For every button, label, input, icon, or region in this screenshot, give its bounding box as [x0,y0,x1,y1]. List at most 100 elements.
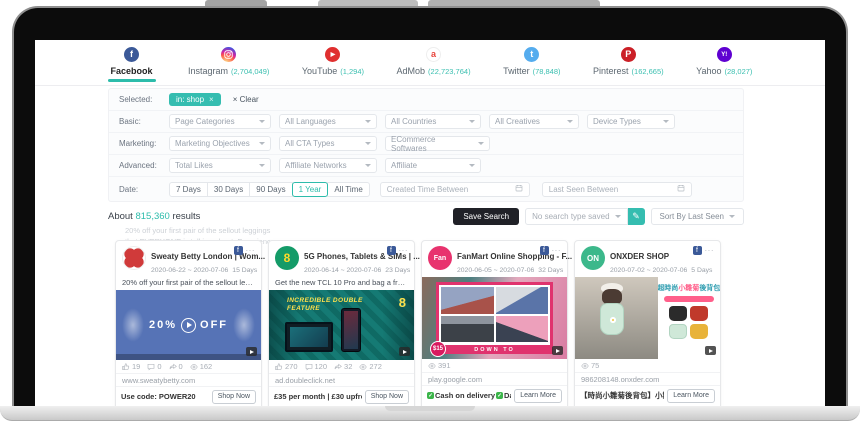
ecommerce-softwares-dropdown[interactable]: ECommerce Softwares [385,136,490,151]
days-running: 23 Days [385,267,410,274]
edit-pencil-icon[interactable]: ✎ [628,208,645,225]
date-option-7-days[interactable]: 7 Days [169,182,208,197]
share-icon [169,363,177,371]
ad-domain-link[interactable]: play.google.com [422,373,567,386]
facebook-badge-icon[interactable]: f [387,246,396,255]
chip-remove-icon[interactable]: × [209,95,214,104]
ad-creative-image[interactable]: INCREDIBLE DOUBLEFEATURE 8 [269,290,414,360]
ad-card: Fan FanMart Online Shopping - F... 2020-… [421,240,568,406]
chevron-down-icon [365,120,371,123]
chevron-down-icon [259,120,265,123]
save-search-button[interactable]: Save Search [453,208,519,225]
tab-label: YouTube [302,66,337,76]
date-option-90-days[interactable]: 90 Days [249,182,292,197]
facebook-badge-icon[interactable]: f [693,246,702,255]
cta-types-dropdown[interactable]: All CTA Types [279,136,377,151]
last-seen-between-input[interactable]: Last Seen Between [542,182,692,197]
affiliate-dropdown[interactable]: Affiliate [385,158,481,173]
marketing-objectives-dropdown[interactable]: Marketing Objectives [169,136,271,151]
date-range: 2020-06-14 ~ 2020-07-06 [304,267,381,274]
device-types-dropdown[interactable]: Device Types [587,114,675,129]
admob-icon: a [426,47,441,62]
tab-count: (162,665) [632,67,664,76]
results-bar: About 815,360 results Save Search No sea… [108,208,744,225]
tab-admob[interactable]: a AdMob(22,723,764) [397,47,471,85]
cta-button[interactable]: Shop Now [365,390,409,404]
date-option-30-days[interactable]: 30 Days [207,182,250,197]
media-type-icon [399,347,410,356]
page-avatar[interactable]: 8 [275,246,299,270]
tab-youtube[interactable]: ▶ YouTube(1,294) [302,47,364,85]
created-time-between-input[interactable]: Created Time Between [380,182,530,197]
more-options-icon[interactable]: ··· [552,249,562,253]
chevron-down-icon [469,120,475,123]
date-range: 2020-06-22 ~ 2020-07-06 [151,267,228,274]
model-photo [575,277,658,359]
ad-domain-link[interactable]: ad.doubleclick.net [269,374,414,387]
creatives-dropdown[interactable]: All Creatives [489,114,579,129]
more-options-icon[interactable]: ··· [399,249,409,253]
ad-description: Get the new TCL 10 Pro and bag a free TC… [269,277,414,290]
like-icon [122,363,130,371]
advanced-label: Advanced: [119,161,169,170]
stats-row: 270 120 32 272 [269,360,414,374]
page-categories-dropdown[interactable]: Page Categories [169,114,271,129]
page-avatar[interactable] [122,246,146,270]
date-label: Date: [119,185,169,194]
more-options-icon[interactable]: ··· [705,249,715,253]
affiliate-networks-dropdown[interactable]: Affiliate Networks [279,158,377,173]
chevron-down-icon [478,142,484,145]
selected-label: Selected: [119,95,169,104]
chevron-down-icon [729,215,735,218]
view-icon [428,362,436,370]
tab-twitter[interactable]: t Twitter(78,848) [503,47,560,85]
ad-headline: Use code: POWER20 [121,392,209,401]
date-option-all-time[interactable]: All Time [327,182,369,197]
date-range: 2020-07-02 ~ 2020-07-06 [610,267,687,274]
total-likes-dropdown[interactable]: Total Likes [169,158,271,173]
facebook-badge-icon[interactable]: f [234,246,243,255]
ad-headline: ✓Cash on delivery ✓Days fr... [427,391,511,400]
ad-domain-link[interactable]: www.sweatybetty.com [116,374,261,387]
facebook-badge-icon[interactable]: f [540,246,549,255]
screen: f Facebook Instagram(2,704,049) ▶ YouTub… [35,40,825,406]
ad-headline: £35 per month | £30 upfront | ... [274,392,362,401]
results-count: 815,360 [135,211,169,222]
ad-card: 8 5G Phones, Tablets & SIMs | ... 2020-0… [268,240,415,406]
countries-dropdown[interactable]: All Countries [385,114,481,129]
ad-domain-link[interactable]: 986208148.onxder.com [575,373,720,386]
ad-creative-image[interactable]: 超時尚小雛菊後背包 [575,277,720,359]
tab-count: (2,704,049) [231,67,269,76]
selected-filter-chip[interactable]: in: shop× [169,93,221,106]
ad-creative-video[interactable]: 20% OFF [116,290,261,360]
page-avatar[interactable]: Fan [428,246,452,270]
chevron-down-icon [567,120,573,123]
languages-dropdown[interactable]: All Languages [279,114,377,129]
page-avatar[interactable]: ON [581,246,605,270]
creative-text: OFF [200,319,228,331]
tab-yahoo[interactable]: Y! Yahoo(28,027) [696,47,752,85]
ad-headline: 【時尚小雛菊後背包】小雛菊刺... [580,390,664,401]
tab-pinterest[interactable]: P Pinterest(162,665) [593,47,664,85]
tab-facebook[interactable]: f Facebook [108,47,156,85]
sort-dropdown[interactable]: Sort By Last Seen [651,208,744,225]
tab-label: Pinterest [593,66,629,76]
creative-text: 超時尚小雛菊後背包 [657,283,720,293]
more-options-icon[interactable]: ··· [246,249,256,253]
cta-button[interactable]: Shop Now [212,390,256,404]
filter-row-date: Date: 7 Days 30 Days 90 Days 1 Year All … [109,177,743,201]
date-option-1-year[interactable]: 1 Year [292,182,329,197]
creative-text: 20% [149,319,177,331]
tab-count: (22,723,764) [428,67,471,76]
page-name[interactable]: ONXDER SHOP [610,252,669,261]
ad-creative-image[interactable]: DOWN TO $15 [422,277,567,359]
clear-filters-link[interactable]: × Clear [233,95,259,104]
check-icon: ✓ [427,392,434,399]
results-count-text: About 815,360 results [108,211,200,222]
cta-button[interactable]: Learn More [514,389,562,403]
twitter-icon: t [524,47,539,62]
saved-search-select[interactable]: No search type saved ✎ [525,208,644,225]
tab-count: (1,294) [340,67,364,76]
cta-button[interactable]: Learn More [667,389,715,403]
tab-instagram[interactable]: Instagram(2,704,049) [188,47,269,85]
